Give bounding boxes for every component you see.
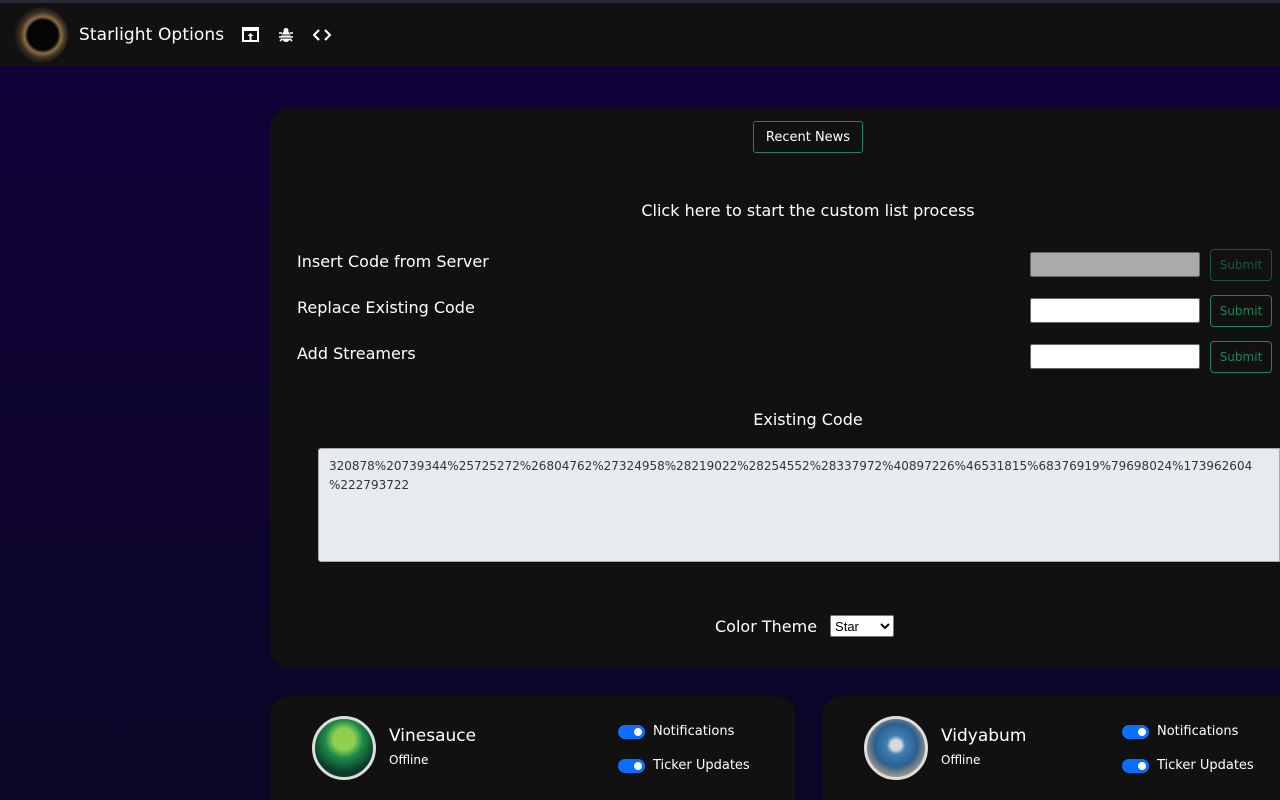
streamer-status: Offline (941, 753, 981, 767)
color-theme-label: Color Theme (715, 616, 818, 636)
existing-code-textarea[interactable]: 320878%20739344%25725272%26804762%273249… (318, 448, 1280, 562)
color-theme-select[interactable]: Star (830, 615, 895, 637)
insert-code-submit-button[interactable]: Submit (1210, 249, 1272, 281)
toggle-switch[interactable] (1122, 724, 1149, 739)
insert-code-label: Insert Code from Server (297, 252, 489, 271)
window-upload-icon[interactable] (240, 25, 260, 45)
avatar (864, 716, 928, 780)
add-streamers-submit-button[interactable]: Submit (1210, 341, 1272, 373)
insert-code-input[interactable] (1030, 252, 1200, 277)
notifications-toggle[interactable]: Notifications (1122, 724, 1238, 739)
recent-news-button[interactable]: Recent News (753, 121, 863, 153)
streamer-name: Vidyabum (941, 726, 1027, 746)
add-streamers-label: Add Streamers (297, 344, 416, 363)
streamer-name: Vinesauce (389, 726, 477, 746)
notifications-toggle[interactable]: Notifications (618, 724, 734, 739)
color-theme-row: Color Theme Star (715, 615, 895, 637)
code-icon[interactable] (312, 25, 332, 45)
replace-code-submit-button[interactable]: Submit (1210, 295, 1272, 327)
ticker-updates-toggle[interactable]: Ticker Updates (618, 758, 750, 773)
bug-icon[interactable] (276, 25, 296, 45)
existing-code-title: Existing Code (753, 410, 863, 429)
options-panel: Recent News Click here to start the cust… (270, 108, 1280, 668)
streamer-card: Vidyabum Offline Notifications Ticker Up… (822, 696, 1280, 800)
replace-code-label: Replace Existing Code (297, 298, 475, 317)
avatar (312, 716, 376, 780)
toggle-switch[interactable] (618, 724, 645, 739)
app-title: Starlight Options (79, 24, 225, 45)
start-custom-list-link[interactable]: Click here to start the custom list proc… (336, 201, 1280, 220)
streamer-card: Vinesauce Offline Notifications Ticker U… (270, 696, 795, 800)
toggle-switch[interactable] (1122, 758, 1149, 773)
replace-code-input[interactable] (1030, 298, 1200, 323)
eclipse-logo (12, 6, 68, 63)
streamer-status: Offline (389, 753, 429, 767)
add-streamers-input[interactable] (1030, 344, 1200, 369)
top-bar: Starlight Options (0, 0, 1280, 66)
toggle-switch[interactable] (618, 758, 645, 773)
ticker-updates-toggle[interactable]: Ticker Updates (1122, 758, 1254, 773)
